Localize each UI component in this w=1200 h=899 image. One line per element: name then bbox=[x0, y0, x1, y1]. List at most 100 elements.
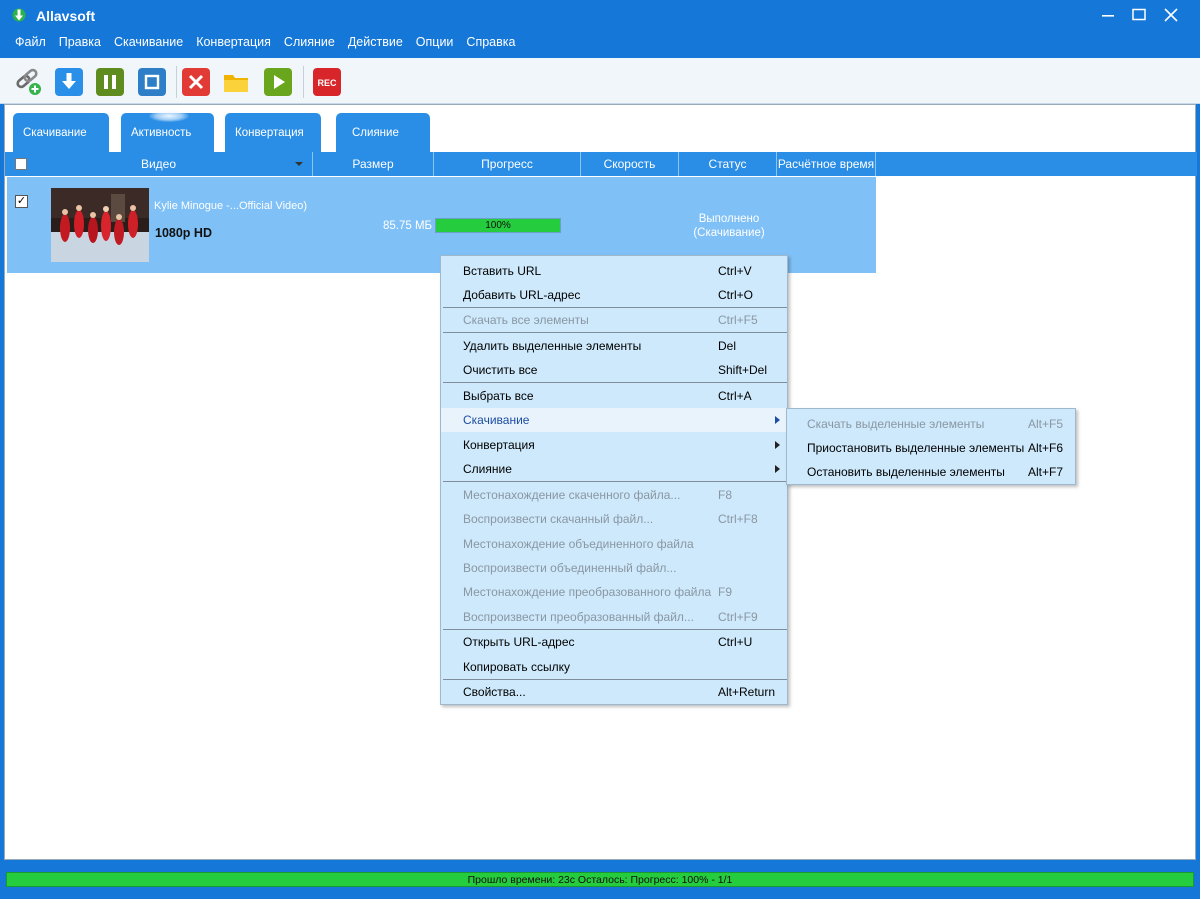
menu-edit[interactable]: Правка bbox=[53, 30, 108, 54]
column-size[interactable]: Размер bbox=[313, 152, 434, 176]
menu-item-shortcut: F9 bbox=[718, 585, 733, 599]
record-label: REC bbox=[317, 78, 337, 88]
menu-separator bbox=[443, 332, 787, 333]
submenu-item-stop-selected[interactable]: Остановить выделенные элементы Alt+F7 bbox=[787, 459, 1075, 483]
menu-item-label: Воспроизвести скачанный файл... bbox=[463, 512, 654, 526]
add-link-icon[interactable] bbox=[14, 68, 42, 96]
menu-item-label: Добавить URL-адрес bbox=[463, 288, 581, 302]
video-size: 85.75 МБ bbox=[383, 220, 433, 232]
menu-item-shortcut: Ctrl+O bbox=[718, 288, 754, 302]
menu-item-delete-selected[interactable]: Удалить выделенные элементы Del bbox=[441, 334, 787, 358]
select-all-checkbox[interactable] bbox=[15, 158, 27, 170]
pause-icon[interactable] bbox=[96, 68, 124, 96]
menu-item-label: Скачивание bbox=[463, 413, 530, 427]
toolbar-separator bbox=[303, 66, 304, 98]
menu-item-open-url[interactable]: Открыть URL-адрес Ctrl+U bbox=[441, 630, 787, 654]
menu-item-play-merged[interactable]: Воспроизвести объединенный файл... bbox=[441, 556, 787, 580]
menu-item-label: Приостановить выделенные элементы bbox=[807, 441, 1025, 455]
menu-item-shortcut: Ctrl+F9 bbox=[718, 610, 758, 624]
menu-item-merged-location[interactable]: Местонахождение объединенного файла bbox=[441, 532, 787, 556]
menu-item-shortcut: Ctrl+U bbox=[718, 635, 753, 649]
column-status[interactable]: Статус bbox=[679, 152, 777, 176]
menu-item-label: Местонахождение объединенного файла bbox=[463, 537, 694, 551]
menu-item-label: Слияние bbox=[463, 462, 512, 476]
menu-help[interactable]: Справка bbox=[460, 30, 522, 54]
column-label: Размер bbox=[352, 157, 394, 171]
context-menu: Вставить URL Ctrl+V Добавить URL-адрес C… bbox=[440, 255, 788, 705]
submenu-item-pause-selected[interactable]: Приостановить выделенные элементы Alt+F6 bbox=[787, 435, 1075, 459]
menu-item-add-url[interactable]: Добавить URL-адрес Ctrl+O bbox=[441, 283, 787, 307]
maximize-icon[interactable] bbox=[1124, 4, 1154, 26]
column-label: Прогресс bbox=[481, 157, 533, 171]
column-video[interactable]: Видео bbox=[5, 152, 313, 176]
download-submenu: Скачать выделенные элементы Alt+F5 Приос… bbox=[786, 408, 1076, 485]
menu-item-shortcut: Ctrl+A bbox=[718, 389, 752, 403]
status-badge: Выполнено (Скачивание) bbox=[679, 212, 779, 240]
menu-item-convert-submenu[interactable]: Конвертация bbox=[441, 433, 787, 457]
menu-item-shortcut: Alt+Return bbox=[718, 685, 776, 699]
menu-convert[interactable]: Конвертация bbox=[190, 30, 278, 54]
column-progress[interactable]: Прогресс bbox=[434, 152, 581, 176]
menu-item-label: Очистить все bbox=[463, 363, 538, 377]
play-icon[interactable] bbox=[264, 68, 292, 96]
menu-file[interactable]: Файл bbox=[9, 30, 53, 54]
menu-item-label: Воспроизвести преобразованный файл... bbox=[463, 610, 694, 624]
menu-item-shortcut: Shift+Del bbox=[718, 363, 768, 377]
tab-merge[interactable]: Слияние bbox=[336, 113, 430, 155]
title-bar: Allavsoft bbox=[0, 0, 1200, 30]
menu-item-shortcut: Del bbox=[718, 339, 737, 353]
tab-label: Активность bbox=[131, 127, 192, 139]
menu-item-label: Воспроизвести объединенный файл... bbox=[463, 561, 677, 575]
menu-item-label: Вставить URL bbox=[463, 264, 542, 278]
close-icon[interactable] bbox=[1156, 4, 1186, 26]
column-label: Статус bbox=[708, 157, 747, 171]
delete-icon[interactable] bbox=[182, 68, 210, 96]
menu-item-play-downloaded[interactable]: Воспроизвести скачанный файл... Ctrl+F8 bbox=[441, 507, 787, 531]
menu-item-converted-location[interactable]: Местонахождение преобразованного файла F… bbox=[441, 580, 787, 604]
toolbar-separator bbox=[176, 66, 177, 98]
submenu-arrow-icon bbox=[775, 416, 780, 424]
menu-item-label: Выбрать все bbox=[463, 389, 534, 403]
tab-activity[interactable]: Активность bbox=[121, 110, 214, 155]
menu-item-select-all[interactable]: Выбрать все Ctrl+A bbox=[441, 384, 787, 408]
submenu-item-download-selected[interactable]: Скачать выделенные элементы Alt+F5 bbox=[787, 411, 1075, 435]
stop-icon[interactable] bbox=[138, 68, 166, 96]
tab-download[interactable]: Скачивание bbox=[13, 113, 109, 155]
row-checkbox[interactable]: ✓ bbox=[15, 195, 28, 208]
folder-icon[interactable] bbox=[222, 68, 250, 96]
table-header: Видео Размер Прогресс Скорость Статус Ра… bbox=[5, 152, 1197, 176]
status-line: (Скачивание) bbox=[693, 227, 765, 239]
menu-item-shortcut: Ctrl+F8 bbox=[718, 512, 758, 526]
sort-arrow-icon bbox=[295, 162, 303, 166]
menu-item-label: Местонахождение скаченного файла... bbox=[463, 488, 681, 502]
menu-item-copy-link[interactable]: Копировать ссылку bbox=[441, 655, 787, 679]
menu-item-label: Открыть URL-адрес bbox=[463, 635, 575, 649]
download-icon[interactable] bbox=[55, 68, 83, 96]
status-bar: Прошло времени: 23с Осталось: Прогресс: … bbox=[0, 860, 1200, 899]
menu-item-merge-submenu[interactable]: Слияние bbox=[441, 457, 787, 481]
menu-item-paste-url[interactable]: Вставить URL Ctrl+V bbox=[441, 259, 787, 283]
column-label: Видео bbox=[140, 157, 177, 171]
menu-item-label: Конвертация bbox=[463, 438, 535, 452]
menu-options[interactable]: Опции bbox=[410, 30, 461, 54]
menu-item-shortcut: Alt+F6 bbox=[1028, 441, 1064, 455]
tab-convert[interactable]: Конвертация bbox=[225, 113, 321, 155]
column-speed[interactable]: Скорость bbox=[581, 152, 679, 176]
menu-item-downloaded-location[interactable]: Местонахождение скаченного файла... F8 bbox=[441, 483, 787, 507]
menu-item-download-all[interactable]: Скачать все элементы Ctrl+F5 bbox=[441, 308, 787, 332]
status-text: Прошло времени: 23с Осталось: Прогресс: … bbox=[467, 874, 733, 886]
menu-item-shortcut: Alt+F7 bbox=[1028, 465, 1064, 479]
menu-download[interactable]: Скачивание bbox=[108, 30, 190, 54]
column-label: Расчётное время bbox=[777, 157, 875, 171]
menu-action[interactable]: Действие bbox=[342, 30, 410, 54]
record-icon[interactable]: REC bbox=[313, 68, 341, 96]
video-thumbnail bbox=[51, 188, 149, 262]
menu-item-label: Удалить выделенные элементы bbox=[463, 339, 642, 353]
menu-item-clear-all[interactable]: Очистить все Shift+Del bbox=[441, 358, 787, 382]
menu-merge[interactable]: Слияние bbox=[278, 30, 342, 54]
menu-item-properties[interactable]: Свойства... Alt+Return bbox=[441, 680, 787, 704]
minimize-icon[interactable] bbox=[1093, 4, 1123, 26]
menu-item-download-submenu[interactable]: Скачивание bbox=[441, 408, 787, 432]
menu-item-play-converted[interactable]: Воспроизвести преобразованный файл... Ct… bbox=[441, 605, 787, 629]
column-eta[interactable]: Расчётное время bbox=[777, 152, 876, 176]
